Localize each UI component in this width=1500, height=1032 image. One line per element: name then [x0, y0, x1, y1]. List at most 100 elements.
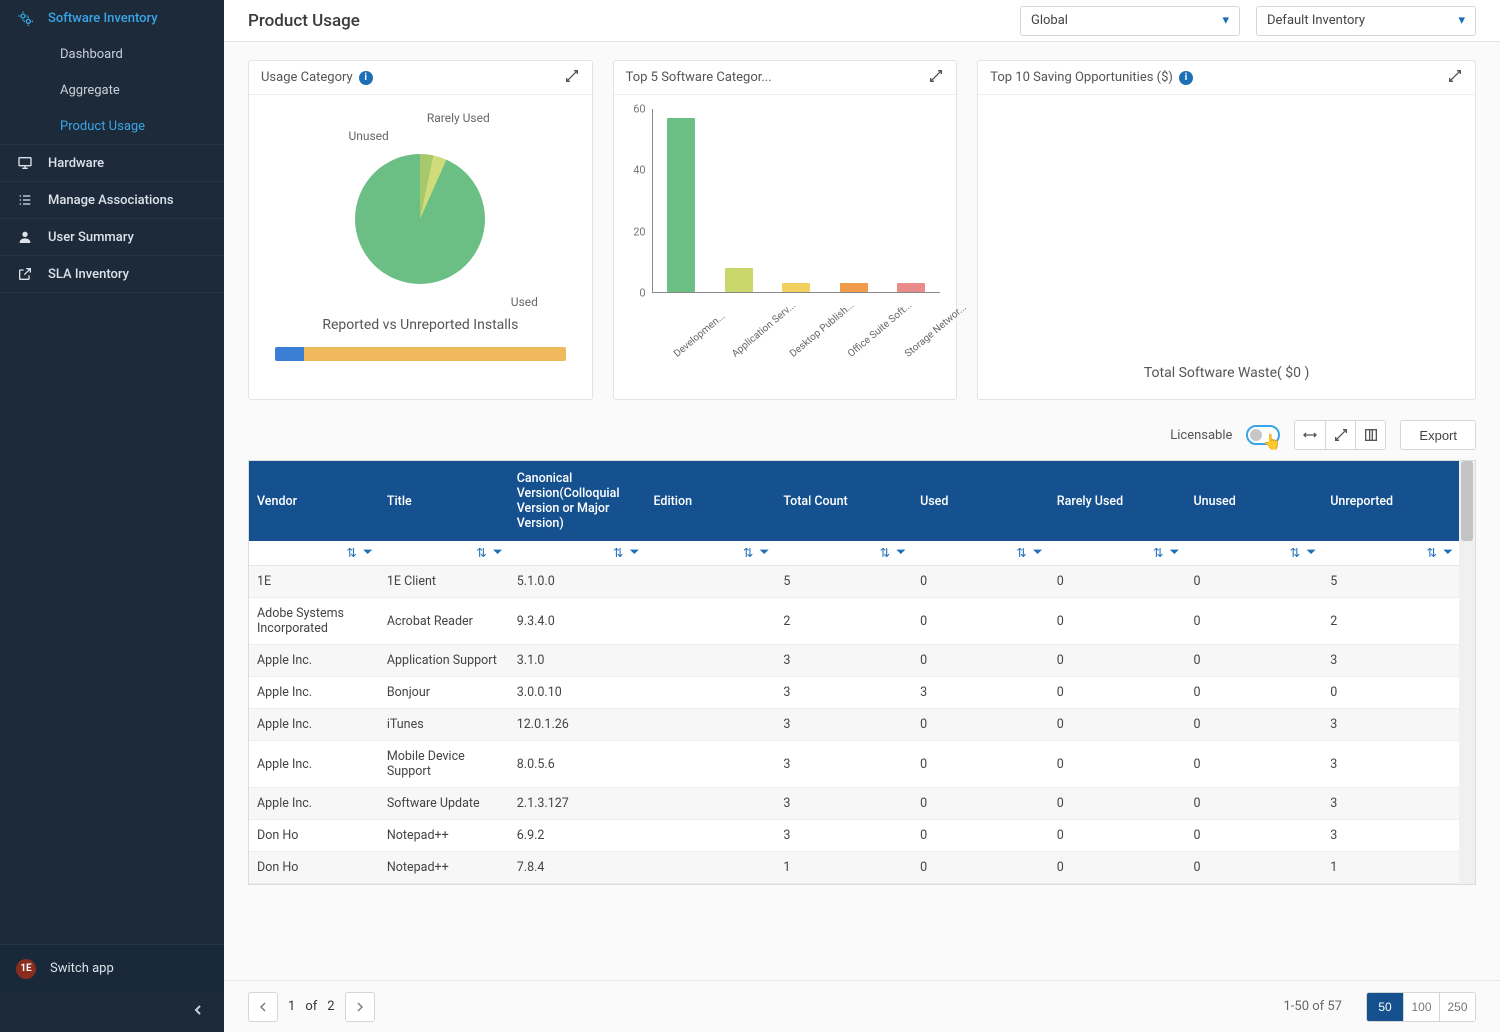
- sort-icon[interactable]: ⇅: [880, 545, 890, 561]
- col-edition[interactable]: Edition: [645, 461, 775, 541]
- app-logo-icon: 1E: [16, 959, 36, 979]
- sort-icon[interactable]: ⇅: [1016, 545, 1026, 561]
- pie-label-used: Used: [511, 295, 538, 309]
- fullscreen-button[interactable]: [1325, 421, 1355, 449]
- col-unused[interactable]: Unused: [1186, 461, 1323, 541]
- sort-icon[interactable]: ⇅: [613, 545, 623, 561]
- filter-icon[interactable]: ⏷: [896, 545, 906, 561]
- monitor-icon: [16, 154, 34, 172]
- card-usage-category: Usage Category i Rarely Used Unused Used…: [248, 60, 593, 400]
- table-row[interactable]: Apple Inc.iTunes12.0.1.2630003: [249, 709, 1459, 741]
- sidebar-item-product-usage[interactable]: Product Usage: [0, 108, 224, 144]
- licensable-label: Licensable: [1170, 428, 1232, 443]
- table-pager: 1 of 2 1-50 of 57 50 100 250: [224, 980, 1500, 1032]
- reported-vs-unreported-bar[interactable]: [275, 347, 566, 361]
- card-top5-categories: Top 5 Software Categor... 0204060 Develo…: [613, 60, 958, 400]
- export-button[interactable]: Export: [1400, 420, 1476, 450]
- next-page-button[interactable]: [345, 992, 375, 1022]
- columns-button[interactable]: [1355, 421, 1385, 449]
- col-rarely[interactable]: Rarely Used: [1049, 461, 1186, 541]
- collapse-sidebar-button[interactable]: [0, 992, 224, 1032]
- filter-icon[interactable]: ⏷: [1033, 545, 1043, 561]
- list-icon: [16, 191, 34, 209]
- switch-app-button[interactable]: 1E Switch app: [0, 944, 224, 992]
- filter-icon[interactable]: ⏷: [363, 545, 373, 561]
- sidebar-item-manage-associations[interactable]: Manage Associations: [0, 182, 224, 218]
- card-top10-savings: Top 10 Saving Opportunities ($) i Total …: [977, 60, 1476, 400]
- sidebar-item-hardware[interactable]: Hardware: [0, 145, 224, 181]
- bar[interactable]: [667, 118, 695, 292]
- table-row[interactable]: Apple Inc.Mobile Device Support8.0.5.630…: [249, 741, 1459, 788]
- top5-bar-chart[interactable]: 0204060 Developmen...Application Serv...…: [622, 103, 949, 333]
- table-view-buttons: [1294, 420, 1386, 450]
- bar[interactable]: [725, 268, 753, 292]
- filter-icon[interactable]: ⏷: [1306, 545, 1316, 561]
- card-title: Usage Category: [261, 70, 353, 85]
- user-icon: [16, 228, 34, 246]
- inventory-select[interactable]: Default Inventory ▾: [1256, 6, 1476, 36]
- sort-icon[interactable]: ⇅: [476, 545, 486, 561]
- sidebar-item-dashboard[interactable]: Dashboard: [0, 36, 224, 72]
- sidebar-item-user-summary[interactable]: User Summary: [0, 219, 224, 255]
- pie-label-unused: Unused: [348, 129, 388, 143]
- pie-label-rarely: Rarely Used: [427, 111, 490, 125]
- gears-icon: [16, 9, 34, 27]
- table-header-row: Vendor Title Canonical Version(Colloquia…: [249, 461, 1459, 541]
- card-subtitle: Reported vs Unreported Installs: [257, 317, 584, 333]
- col-used[interactable]: Used: [912, 461, 1049, 541]
- filter-icon[interactable]: ⏷: [493, 545, 503, 561]
- page-size-250[interactable]: 250: [1439, 993, 1475, 1021]
- page-size-100[interactable]: 100: [1403, 993, 1439, 1021]
- card-title: Top 5 Software Categor...: [626, 70, 772, 85]
- bar[interactable]: [782, 283, 810, 292]
- col-title[interactable]: Title: [379, 461, 509, 541]
- chevron-left-icon: [190, 1002, 206, 1022]
- filter-icon[interactable]: ⏷: [759, 545, 769, 561]
- bar[interactable]: [840, 283, 868, 292]
- table-row[interactable]: Apple Inc.Bonjour3.0.0.1033000: [249, 677, 1459, 709]
- table-row[interactable]: Don HoNotepad++6.9.230003: [249, 820, 1459, 852]
- sidebar-item-software-inventory[interactable]: Software Inventory: [0, 0, 224, 36]
- fit-width-button[interactable]: [1295, 421, 1325, 449]
- filter-icon[interactable]: ⏷: [629, 545, 639, 561]
- sidebar-label: Software Inventory: [48, 11, 158, 26]
- col-total[interactable]: Total Count: [775, 461, 912, 541]
- bar[interactable]: [897, 283, 925, 292]
- sidebar: Software Inventory Dashboard Aggregate P…: [0, 0, 224, 1032]
- info-icon[interactable]: i: [359, 71, 373, 85]
- table-row[interactable]: Adobe Systems IncorporatedAcrobat Reader…: [249, 598, 1459, 645]
- sort-icon[interactable]: ⇅: [1290, 545, 1300, 561]
- total-pages: 2: [327, 999, 334, 1014]
- table-row[interactable]: Apple Inc.Software Update2.1.3.12730003: [249, 788, 1459, 820]
- expand-icon[interactable]: [928, 68, 944, 88]
- page-header: Product Usage Global ▾ Default Inventory…: [224, 0, 1500, 42]
- chevron-down-icon: ▾: [1222, 13, 1229, 28]
- table-scrollbar[interactable]: [1459, 461, 1475, 884]
- sort-icon[interactable]: ⇅: [346, 545, 356, 561]
- scope-select[interactable]: Global ▾: [1020, 6, 1240, 36]
- usage-pie-chart[interactable]: [355, 154, 485, 284]
- col-unreported[interactable]: Unreported: [1322, 461, 1459, 541]
- sort-icon[interactable]: ⇅: [743, 545, 753, 561]
- col-version[interactable]: Canonical Version(Colloquial Version or …: [509, 461, 646, 541]
- table-row[interactable]: 1E1E Client5.1.0.050005: [249, 566, 1459, 598]
- sort-icon[interactable]: ⇅: [1427, 545, 1437, 561]
- sidebar-item-sla-inventory[interactable]: SLA Inventory: [0, 256, 224, 292]
- page-title: Product Usage: [248, 11, 1004, 31]
- licensable-toggle[interactable]: 👆: [1246, 425, 1280, 445]
- filter-icon[interactable]: ⏷: [1169, 545, 1179, 561]
- current-page: 1: [288, 999, 295, 1014]
- sort-icon[interactable]: ⇅: [1153, 545, 1163, 561]
- expand-icon[interactable]: [1447, 68, 1463, 88]
- table-filter-row: ⇅ ⏷ ⇅ ⏷ ⇅ ⏷ ⇅ ⏷ ⇅ ⏷ ⇅ ⏷ ⇅ ⏷ ⇅ ⏷ ⇅ ⏷: [249, 541, 1459, 566]
- expand-icon[interactable]: [564, 68, 580, 88]
- page-size-50[interactable]: 50: [1367, 993, 1403, 1021]
- filter-icon[interactable]: ⏷: [1443, 545, 1453, 561]
- table-row[interactable]: Don HoNotepad++7.8.410001: [249, 852, 1459, 884]
- sidebar-item-aggregate[interactable]: Aggregate: [0, 72, 224, 108]
- table-row[interactable]: Apple Inc.Application Support3.1.030003: [249, 645, 1459, 677]
- cursor-icon: 👆: [1263, 433, 1282, 451]
- info-icon[interactable]: i: [1179, 71, 1193, 85]
- col-vendor[interactable]: Vendor: [249, 461, 379, 541]
- prev-page-button[interactable]: [248, 992, 278, 1022]
